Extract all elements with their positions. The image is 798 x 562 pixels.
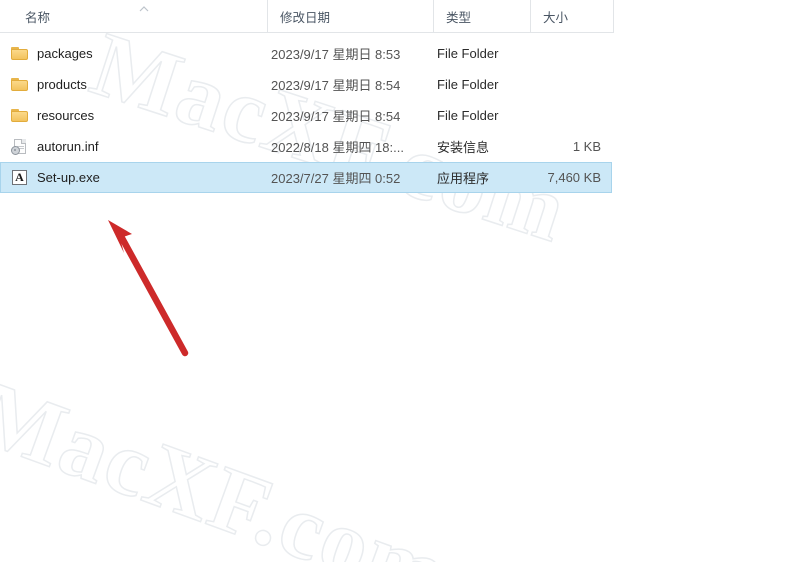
folder-icon [11, 108, 29, 124]
file-list: packages 2023/9/17 星期日 8:53 File Folder … [0, 38, 614, 193]
table-row[interactable]: autorun.inf 2022/8/18 星期四 18:... 安装信息 1 … [0, 131, 612, 162]
file-size-cell [519, 70, 601, 99]
column-header-date-modified-label: 修改日期 [280, 10, 331, 25]
column-header-row: 名称 修改日期 类型 大小 [0, 0, 614, 33]
file-name-label: Set-up.exe [37, 170, 100, 185]
file-size-cell [519, 101, 601, 130]
file-type-cell: 应用程序 [437, 171, 490, 186]
column-header-size[interactable]: 大小 [530, 0, 614, 32]
file-type-cell: File Folder [437, 77, 499, 92]
column-header-name-label: 名称 [25, 10, 51, 25]
file-size-cell: 7,460 KB [547, 170, 602, 185]
file-name-label: autorun.inf [37, 139, 99, 154]
exe-icon-glyph: A [15, 169, 24, 184]
file-name-label: resources [37, 108, 95, 123]
file-name-cell: resources [11, 101, 261, 130]
folder-icon [11, 77, 29, 93]
column-header-size-label: 大小 [543, 10, 569, 25]
column-header-name[interactable]: 名称 [0, 0, 267, 32]
table-row[interactable]: products 2023/9/17 星期日 8:54 File Folder [0, 69, 612, 100]
sort-ascending-icon [138, 5, 150, 13]
file-type-cell: File Folder [437, 108, 499, 123]
inf-file-icon [11, 138, 29, 155]
file-name-cell: packages [11, 39, 261, 68]
folder-icon [11, 46, 29, 62]
column-header-date-modified[interactable]: 修改日期 [267, 0, 433, 32]
file-date-cell: 2023/9/17 星期日 8:53 [271, 47, 401, 62]
file-size-cell [519, 39, 601, 68]
exe-file-icon: A [11, 169, 29, 186]
file-name-cell: A Set-up.exe [11, 163, 261, 192]
file-date-cell: 2022/8/18 星期四 18:... [271, 140, 404, 155]
table-row[interactable]: resources 2023/9/17 星期日 8:54 File Folder [0, 100, 612, 131]
file-date-cell: 2023/9/17 星期日 8:54 [271, 109, 401, 124]
file-name-cell: products [11, 70, 261, 99]
table-row-selected[interactable]: A Set-up.exe 2023/7/27 星期四 0:52 应用程序 7,4… [0, 162, 612, 193]
column-header-type[interactable]: 类型 [433, 0, 530, 32]
column-header-type-label: 类型 [446, 10, 472, 25]
file-name-cell: autorun.inf [11, 132, 261, 161]
file-size-cell: 1 KB [572, 139, 601, 154]
file-type-cell: 安装信息 [437, 140, 490, 155]
file-type-cell: File Folder [437, 46, 499, 61]
file-date-cell: 2023/9/17 星期日 8:54 [271, 78, 401, 93]
file-explorer-details-view: 名称 修改日期 类型 大小 packages 2023/9/17 星期日 8:5… [0, 0, 798, 562]
file-date-cell: 2023/7/27 星期四 0:52 [271, 171, 401, 186]
file-name-label: products [37, 77, 87, 92]
file-name-label: packages [37, 46, 93, 61]
column-header-right-edge [613, 0, 614, 32]
table-row[interactable]: packages 2023/9/17 星期日 8:53 File Folder [0, 38, 612, 69]
